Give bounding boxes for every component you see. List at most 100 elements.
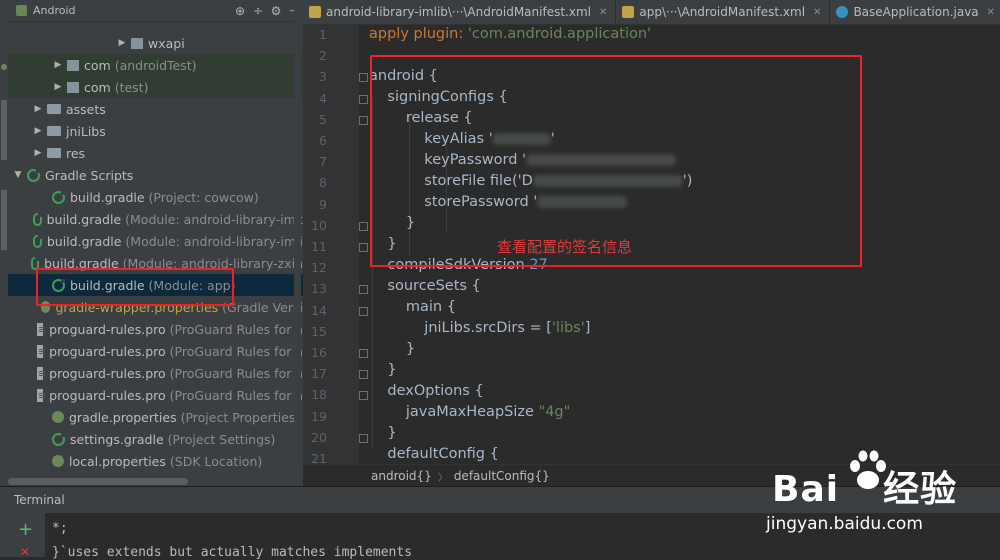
- line-number: 2: [319, 48, 327, 64]
- code-line-14: main {: [369, 299, 456, 315]
- code-line-16: }: [369, 341, 416, 357]
- tree-item[interactable]: build.gradle (Project: cowcow): [8, 186, 303, 208]
- code-line-18: dexOptions {: [369, 383, 484, 399]
- tree-item[interactable]: ▶ com (androidTest): [8, 54, 303, 76]
- line-number: 19: [311, 408, 327, 424]
- editor-tab-label: BaseApplication.java: [853, 5, 979, 19]
- editor-tab[interactable]: BaseApplication.java ✕: [830, 0, 1000, 24]
- tree-item-label: jniLibs: [66, 123, 106, 139]
- breadcrumb-android[interactable]: android{}: [371, 469, 432, 483]
- fold-marker-icon[interactable]: [359, 433, 368, 443]
- fold-marker-icon[interactable]: [359, 306, 368, 316]
- tree-item-label: Gradle Scripts: [45, 167, 134, 183]
- tree-item[interactable]: proguard-rules.pro (ProGuard Rules for a: [8, 340, 303, 362]
- tree-item[interactable]: ▶ wxapi: [8, 32, 303, 54]
- editor-tab-label: android-library-imlib\···\AndroidManifes…: [326, 5, 591, 19]
- xml-file-icon: [622, 6, 635, 18]
- tree-item-hint: (Module: android-library-imk: [125, 211, 303, 227]
- tree-item-hint: (ProGuard Rules for a: [169, 321, 303, 337]
- close-tab-icon[interactable]: ✕: [599, 7, 607, 18]
- baidu-paw-icon: [850, 450, 886, 489]
- line-number: 12: [311, 260, 327, 276]
- project-view-selector[interactable]: Android: [33, 4, 231, 17]
- close-tab-icon[interactable]: ✕: [813, 7, 821, 18]
- locate-icon[interactable]: ⊕: [231, 4, 249, 18]
- editor-tab[interactable]: app\···\AndroidManifest.xml ✕: [616, 0, 831, 24]
- editor-tab-label: app\···\AndroidManifest.xml: [639, 5, 806, 19]
- fold-marker-icon[interactable]: [359, 349, 368, 358]
- tree-item-hint: (test): [114, 79, 149, 95]
- captures-tab[interactable]: [1, 190, 7, 250]
- chevron-right-icon[interactable]: ▶: [52, 60, 64, 70]
- annotation-label: 查看配置的签名信息: [497, 238, 633, 256]
- line-number: 8: [319, 175, 327, 191]
- file-icon: [36, 322, 45, 336]
- tree-item[interactable]: proguard-rules.pro (ProGuard Rules for a: [8, 384, 303, 406]
- close-tab-icon[interactable]: ✕: [987, 7, 995, 18]
- line-number: 6: [319, 133, 327, 148]
- tree-item-hint: (Gradle Versi: [222, 299, 303, 315]
- tree-item-hint: (Module: android-library-imli: [125, 233, 303, 249]
- tree-item[interactable]: ▶ com (test): [8, 76, 303, 98]
- code-line-1: apply plugin: 'com.android.application': [369, 26, 652, 42]
- fold-marker-icon[interactable]: [359, 370, 368, 380]
- tree-vertical-scrollbar[interactable]: [294, 0, 301, 486]
- tree-item[interactable]: ▶ assets: [8, 98, 303, 120]
- chevron-right-icon[interactable]: ▶: [52, 82, 64, 92]
- tree-item[interactable]: proguard-rules.pro (ProGuard Rules for a: [8, 318, 303, 340]
- chevron-right-icon[interactable]: ▶: [32, 148, 44, 158]
- gear-icon[interactable]: ⚙: [267, 4, 285, 18]
- terminal-line: *;: [52, 521, 68, 536]
- tree-item[interactable]: ▶ res: [8, 142, 303, 164]
- fold-marker-icon[interactable]: [359, 73, 368, 83]
- fold-marker-icon[interactable]: [359, 243, 368, 252]
- close-session-icon[interactable]: ✕: [20, 545, 30, 559]
- fold-marker-icon[interactable]: [359, 94, 368, 104]
- tree-item-hint: (ProGuard Rules for a: [169, 387, 303, 403]
- terminal-title: Terminal: [14, 493, 65, 507]
- tree-horizontal-scrollbar[interactable]: [8, 478, 188, 485]
- tree-item[interactable]: ▶ jniLibs: [8, 120, 303, 142]
- line-number-gutter: 1 2 3 4 5 6 7 8 9 10 11 12 13 14 15 16 17 18 19 20 21: [303, 24, 368, 466]
- tree-item[interactable]: local.properties (SDK Location): [8, 450, 303, 472]
- fold-marker-icon[interactable]: [359, 221, 368, 231]
- chevron-right-icon[interactable]: ▶: [116, 38, 128, 48]
- tree-item[interactable]: gradle.properties (Project Properties): [8, 406, 303, 428]
- line-number: 7: [319, 154, 327, 170]
- chevron-right-icon[interactable]: ▶: [32, 104, 44, 114]
- chevron-right-icon[interactable]: ▶: [32, 126, 44, 136]
- chevron-down-icon[interactable]: ▼: [12, 170, 24, 180]
- collapse-icon[interactable]: ÷: [249, 4, 267, 18]
- editor-tab[interactable]: android-library-imlib\···\AndroidManifes…: [303, 0, 617, 24]
- code-line-21: defaultConfig {: [369, 446, 499, 462]
- fold-marker-icon[interactable]: [359, 115, 368, 125]
- structure-icon[interactable]: [1, 64, 7, 70]
- fold-marker-icon[interactable]: [359, 391, 368, 401]
- tree-item[interactable]: settings.gradle (Project Settings): [8, 428, 303, 450]
- gradle-icon: [32, 234, 42, 248]
- line-number: 18: [311, 387, 327, 403]
- tree-item-label: settings.gradle: [70, 431, 164, 447]
- terminal-line: }`uses extends but actually matches impl…: [52, 545, 413, 560]
- project-panel: widget▶wxapi▶com(androidTest)▶com(test)▶…: [8, 0, 303, 486]
- folder-icon: [47, 104, 61, 114]
- properties-icon: [52, 411, 64, 423]
- java-class-icon: [836, 6, 849, 18]
- fold-marker-icon[interactable]: [359, 285, 368, 295]
- breadcrumb-default-config[interactable]: defaultConfig{}: [454, 469, 550, 483]
- structure-tab[interactable]: [1, 100, 7, 160]
- annotation-box-build-gradle: [36, 268, 234, 306]
- file-icon: [36, 388, 45, 402]
- new-session-icon[interactable]: +: [18, 519, 33, 540]
- tree-item-label: assets: [66, 101, 106, 117]
- code-line-13: sourceSets {: [369, 278, 481, 294]
- gradle-icon: [27, 168, 40, 182]
- tree-item-label: proguard-rules.pro: [49, 387, 166, 403]
- tree-item[interactable]: build.gradle (Module: android-library-iml…: [8, 230, 303, 252]
- tree-item[interactable]: build.gradle (Module: android-library-imk: [8, 208, 303, 230]
- tree-item-label: res: [66, 145, 86, 161]
- tree-item[interactable]: proguard-rules.pro (ProGuard Rules for a: [8, 362, 303, 384]
- code-line-19: javaMaxHeapSize "4g": [369, 404, 571, 420]
- tree-item[interactable]: ▼ Gradle Scripts: [8, 164, 303, 186]
- line-number: 11: [311, 239, 327, 254]
